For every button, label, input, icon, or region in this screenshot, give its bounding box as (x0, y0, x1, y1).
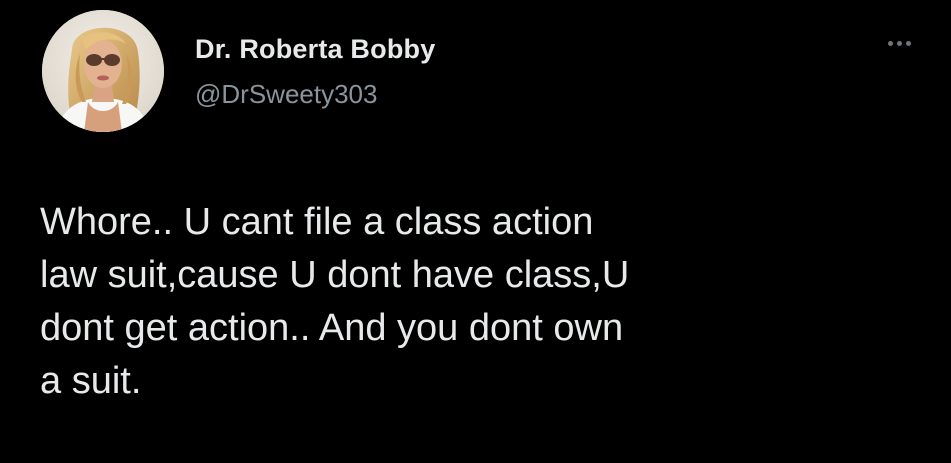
avatar[interactable] (42, 10, 164, 132)
more-options-icon (888, 41, 893, 46)
author-handle[interactable]: @DrSweety303 (195, 79, 377, 110)
author-display-name[interactable]: Dr. Roberta Bobby (195, 34, 435, 65)
more-options-icon-dot (906, 41, 911, 46)
tweet-text: Whore.. U cant file a class action law s… (40, 196, 900, 408)
profile-photo-icon (42, 10, 164, 132)
tweet-card: Dr. Roberta Bobby @DrSweety303 Whore.. U… (0, 0, 951, 463)
more-options-icon-dot (897, 41, 902, 46)
tweet-text-line: Whore.. U cant file a class action (40, 201, 594, 243)
tweet-text-line: law suit,cause U dont have class,U (40, 254, 630, 296)
tweet-text-line: a suit. (40, 360, 142, 402)
tweet-text-line: dont get action.. And you dont own (40, 307, 624, 349)
more-options-button[interactable] (880, 30, 920, 56)
